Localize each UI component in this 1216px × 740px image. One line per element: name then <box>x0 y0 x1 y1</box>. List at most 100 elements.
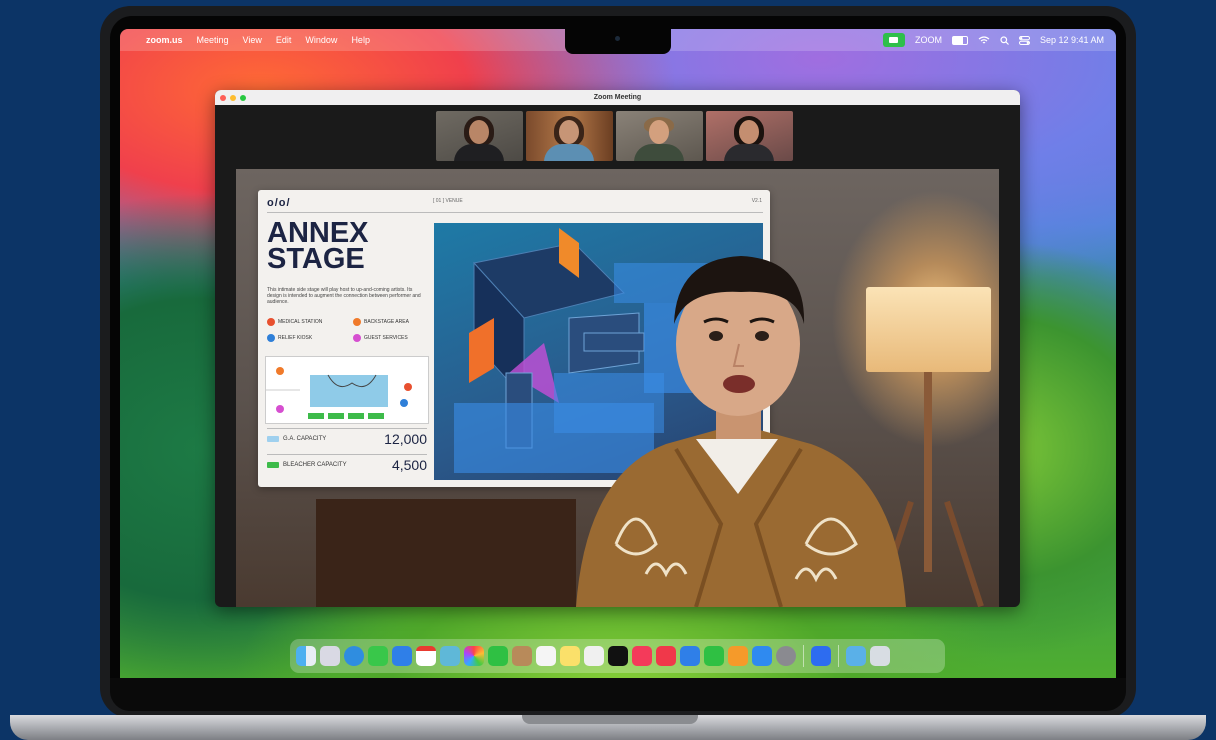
legend-label: BACKSTAGE AREA <box>364 319 409 325</box>
dock <box>290 639 945 673</box>
menu-item-help[interactable]: Help <box>351 35 370 45</box>
freeform-icon[interactable] <box>584 646 604 666</box>
medical-station-icon <box>267 318 275 326</box>
minimap-drawing <box>266 367 412 419</box>
bleacher-swatch-icon <box>267 462 279 468</box>
participant-body <box>454 144 504 161</box>
menu-status-area: ZOOM Sep 12 9:41 AM <box>882 29 1104 51</box>
legend-item: RELIEF KIOSK <box>267 334 312 342</box>
apple-tv-icon[interactable] <box>608 646 628 666</box>
participant-face <box>649 120 669 144</box>
desktop-screen: zoom.us Meeting View Edit Window Help ZO… <box>120 29 1116 679</box>
ga-swatch-icon <box>267 436 279 442</box>
participant-tile[interactable] <box>706 111 793 161</box>
laptop-chin <box>110 678 1126 711</box>
slide-version: V2.1 <box>751 198 762 204</box>
menu-item-edit[interactable]: Edit <box>276 35 292 45</box>
participant-face <box>739 120 759 144</box>
window-titlebar[interactable]: Zoom Meeting <box>215 90 1020 105</box>
zoom-meeting-window: Zoom Meeting ο/ο/ [01] VENUE V2.1 ANNE… <box>215 90 1020 607</box>
backstage-area-icon <box>353 318 361 326</box>
menu-item-view[interactable]: View <box>243 35 262 45</box>
stat-value: 12,000 <box>384 431 427 447</box>
presenter-figure <box>576 256 906 607</box>
stat-label-text: BLEACHER CAPACITY <box>283 462 347 468</box>
stat-label: BLEACHER CAPACITY <box>267 462 347 468</box>
menu-item-window[interactable]: Window <box>305 35 337 45</box>
laptop-body: zoom.us Meeting View Edit Window Help ZO… <box>100 6 1136 718</box>
messages-icon[interactable] <box>368 646 388 666</box>
relief-kiosk-icon <box>267 334 275 342</box>
participant-tile[interactable] <box>616 111 703 161</box>
clock[interactable]: Sep 12 9:41 AM <box>1040 35 1104 45</box>
stat-row: BLEACHER CAPACITY 4,500 <box>267 454 427 477</box>
battery-icon[interactable] <box>951 35 968 45</box>
slide-divider <box>267 212 763 213</box>
venue-minimap <box>265 356 429 424</box>
zoom-app-icon[interactable] <box>811 646 831 666</box>
music-icon[interactable] <box>632 646 652 666</box>
dock-separator <box>803 645 804 667</box>
spotlight-search-icon[interactable] <box>1000 35 1009 45</box>
slide-title-line: STAGE <box>267 243 365 275</box>
menu-app-name[interactable]: zoom.us <box>146 35 183 45</box>
news-icon[interactable] <box>656 646 676 666</box>
camera-lens-icon <box>615 36 620 41</box>
participant-body <box>544 144 594 161</box>
background-shelf <box>316 499 576 607</box>
contacts-icon[interactable] <box>512 646 532 666</box>
photos-icon[interactable] <box>464 646 484 666</box>
system-settings-icon[interactable] <box>776 646 796 666</box>
camera-notch <box>565 29 671 54</box>
mail-icon[interactable] <box>392 646 412 666</box>
facetime-icon[interactable] <box>488 646 508 666</box>
laptop-base <box>10 715 1206 740</box>
participant-body <box>724 144 774 161</box>
participant-tile[interactable] <box>526 111 613 161</box>
legend-item: GUEST SERVICES <box>353 334 408 342</box>
menu-item-meeting[interactable]: Meeting <box>197 35 229 45</box>
participant-face <box>469 120 489 144</box>
notes-icon[interactable] <box>560 646 580 666</box>
app-store-icon[interactable] <box>752 646 772 666</box>
legend-label: MEDICAL STATION <box>278 319 323 325</box>
downloads-folder-icon[interactable] <box>846 646 866 666</box>
guest-services-icon <box>353 334 361 342</box>
stat-label: G.A. CAPACITY <box>267 436 326 442</box>
participant-face <box>559 120 579 144</box>
dock-separator <box>838 645 839 667</box>
laptop-open-groove <box>522 715 698 724</box>
slide-title: ANNEX STAGE <box>267 219 427 275</box>
floor-lamp-pole <box>924 372 932 572</box>
slide-description: This intimate side stage will play host … <box>267 287 421 305</box>
finder-icon[interactable] <box>296 646 316 666</box>
calendar-icon[interactable] <box>416 646 436 666</box>
stat-value: 4,500 <box>391 457 427 473</box>
keynote-icon[interactable] <box>680 646 700 666</box>
lamp-leg <box>944 500 984 607</box>
legend-item: BACKSTAGE AREA <box>353 318 409 326</box>
legend-label: RELIEF KIOSK <box>278 335 313 341</box>
participant-strip <box>436 111 793 161</box>
maps-icon[interactable] <box>440 646 460 666</box>
launchpad-icon[interactable] <box>320 646 340 666</box>
control-center-icon[interactable] <box>1018 35 1030 45</box>
legend-item: MEDICAL STATION <box>267 318 322 326</box>
window-title: Zoom Meeting <box>593 94 642 101</box>
participant-tile[interactable] <box>436 111 523 161</box>
trash-icon[interactable] <box>870 646 890 666</box>
wifi-icon[interactable] <box>978 35 990 45</box>
participant-body <box>634 144 684 161</box>
reminders-icon[interactable] <box>536 646 556 666</box>
pages-icon[interactable] <box>728 646 748 666</box>
active-speaker-video: ο/ο/ [ 01 ] VENUE V2.1 ANNEX STAGE This … <box>236 169 999 607</box>
camera-in-use-icon[interactable] <box>882 33 905 47</box>
zoom-status-item[interactable]: ZOOM <box>915 35 942 45</box>
slide-logo: ο/ο/ <box>267 197 291 209</box>
stat-row: G.A. CAPACITY 12,000 <box>267 428 427 451</box>
stat-label-text: G.A. CAPACITY <box>283 436 327 442</box>
legend-label: GUEST SERVICES <box>364 335 408 341</box>
safari-icon[interactable] <box>344 646 364 666</box>
slide-section-label: [ 01 ] VENUE <box>433 198 463 204</box>
numbers-icon[interactable] <box>704 646 724 666</box>
